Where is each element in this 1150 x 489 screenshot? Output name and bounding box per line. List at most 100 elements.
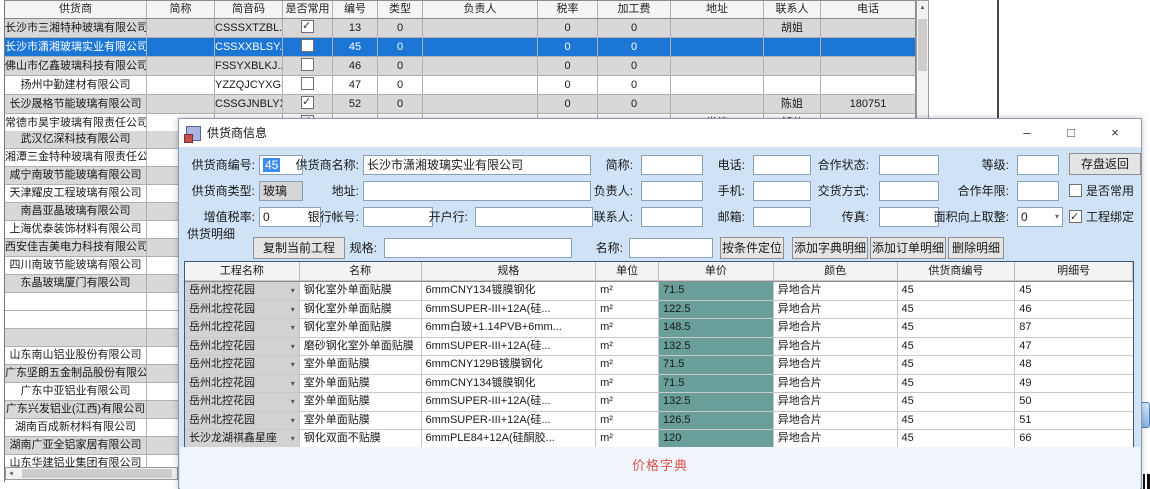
checkbox-checked-icon[interactable] bbox=[301, 20, 314, 33]
list-item[interactable]: 东晶玻璃厦门有限公司 bbox=[5, 275, 178, 293]
checkbox-checked-icon[interactable] bbox=[1069, 210, 1082, 223]
checkbox-icon[interactable] bbox=[301, 77, 314, 90]
address-field[interactable] bbox=[363, 181, 591, 201]
scrollbar-thumb[interactable] bbox=[22, 469, 172, 478]
add-dictionary-detail-button[interactable]: 添加字典明细 bbox=[792, 237, 868, 259]
common-flag-cell[interactable] bbox=[283, 38, 333, 57]
column-header[interactable]: 加工费 bbox=[598, 1, 671, 18]
list-item[interactable]: 武汉亿深科技有限公司 bbox=[5, 131, 178, 149]
area-roundup-combobox[interactable]: ▾0 bbox=[1017, 207, 1063, 227]
email-field[interactable] bbox=[753, 207, 811, 227]
table-row[interactable]: 佛山市亿鑫玻璃科技有限公司FSSYXBLKJ...46000 bbox=[5, 57, 916, 76]
common-flag-cell[interactable] bbox=[283, 57, 333, 76]
column-header[interactable]: 供货商编号 bbox=[898, 262, 1016, 281]
project-name-combobox[interactable]: ▾岳州北控花园 bbox=[185, 319, 300, 338]
common-flag-cell[interactable] bbox=[283, 76, 333, 95]
checkbox-checked-icon[interactable] bbox=[301, 96, 314, 109]
detail-row[interactable]: ▾岳州北控花园室外单面贴膜6mmCNY134镀膜钢化m²71.5异地合片4549 bbox=[185, 375, 1133, 394]
column-header[interactable]: 明细号 bbox=[1015, 262, 1133, 281]
supplier-name-field[interactable]: 长沙市潇湘玻璃实业有限公司 bbox=[363, 155, 591, 175]
coop-years-field[interactable] bbox=[1017, 181, 1059, 201]
column-header[interactable]: 简音码 bbox=[215, 1, 283, 18]
checkbox-icon[interactable] bbox=[301, 39, 314, 52]
delivery-method-field[interactable] bbox=[879, 181, 939, 201]
column-header[interactable]: 简称 bbox=[147, 1, 215, 18]
project-name-combobox[interactable]: ▾岳州北控花园 bbox=[185, 356, 300, 375]
maximize-button[interactable]: □ bbox=[1049, 119, 1093, 147]
list-item[interactable]: 广东兴发铝业(江西)有限公司 bbox=[5, 401, 178, 419]
detail-row[interactable]: ▾岳州北控花园钢化室外单面贴膜6mmCNY134镀膜钢化m²71.5异地合片45… bbox=[185, 282, 1133, 301]
name-filter-field[interactable] bbox=[629, 238, 713, 258]
column-header[interactable]: 颜色 bbox=[774, 262, 898, 281]
supplier-table-vertical-scrollbar[interactable]: ▲ bbox=[916, 0, 929, 131]
list-item[interactable]: 南昌亚晶玻璃有限公司 bbox=[5, 203, 178, 221]
table-row[interactable]: 扬州中勤建材有限公司YZZQJCYXGS47000 bbox=[5, 76, 916, 95]
column-header[interactable]: 名称 bbox=[300, 262, 422, 281]
column-header[interactable]: 是否常用 bbox=[283, 1, 333, 18]
list-item[interactable]: 山东南山铝业股份有限公司 bbox=[5, 347, 178, 365]
detail-row[interactable]: ▾岳州北控花园室外单面贴膜6mmSUPER-III+12A(硅...m²132.… bbox=[185, 393, 1133, 412]
list-item[interactable]: 广东坚朗五金制品股份有限公司 bbox=[5, 365, 178, 383]
project-bind-checkbox[interactable]: 工程绑定 bbox=[1069, 207, 1134, 227]
common-flag-cell[interactable] bbox=[283, 19, 333, 38]
column-header[interactable]: 单价 bbox=[659, 262, 774, 281]
list-item[interactable]: 广东中亚铝业有限公司 bbox=[5, 383, 178, 401]
list-item[interactable]: 上海优泰装饰材料有限公司 bbox=[5, 221, 178, 239]
detail-row[interactable]: ▾岳州北控花园室外单面贴膜6mmSUPER-III+12A(硅...m²126.… bbox=[185, 412, 1133, 431]
checkbox-icon[interactable] bbox=[301, 58, 314, 71]
list-item[interactable]: 湘潭三金特种玻璃有限责任公司 bbox=[5, 149, 178, 167]
column-header[interactable]: 规格 bbox=[422, 262, 597, 281]
delete-detail-button[interactable]: 删除明细 bbox=[948, 237, 1004, 259]
common-use-checkbox[interactable]: 是否常用 bbox=[1069, 181, 1134, 201]
column-header[interactable]: 负责人 bbox=[423, 1, 538, 18]
locate-by-condition-button[interactable]: 按条件定位 bbox=[720, 237, 784, 259]
project-name-combobox[interactable]: ▾岳州北控花园 bbox=[185, 412, 300, 431]
project-name-combobox[interactable]: ▾长沙龙湖祺鑫星座 bbox=[185, 430, 300, 449]
detail-row[interactable]: ▾岳州北控花园钢化室外单面贴膜6mmSUPER-III+12A(硅...m²12… bbox=[185, 301, 1133, 320]
scroll-up-icon[interactable]: ▲ bbox=[917, 1, 928, 15]
minimize-button[interactable]: – bbox=[1005, 119, 1049, 147]
column-header[interactable]: 编号 bbox=[333, 1, 378, 18]
dialog-titlebar[interactable]: 供货商信息 – □ × bbox=[179, 119, 1141, 147]
column-header[interactable]: 供货商 bbox=[5, 1, 147, 18]
scrollbar-thumb[interactable] bbox=[918, 19, 927, 71]
common-flag-cell[interactable] bbox=[283, 95, 333, 114]
list-item-empty[interactable] bbox=[5, 311, 178, 329]
project-name-combobox[interactable]: ▾岳州北控花园 bbox=[185, 282, 300, 301]
column-header[interactable]: 税率 bbox=[538, 1, 598, 18]
list-item[interactable]: 湖南广亚全铝家居有限公司 bbox=[5, 437, 178, 455]
supplier-list-horizontal-scrollbar[interactable]: ◄ bbox=[5, 467, 178, 480]
list-item[interactable]: 西安佳吉美电力科技有限公司 bbox=[5, 239, 178, 257]
project-name-combobox[interactable]: ▾岳州北控花园 bbox=[185, 375, 300, 394]
column-header[interactable]: 电话 bbox=[821, 1, 916, 18]
coop-status-field[interactable] bbox=[879, 155, 939, 175]
column-header[interactable]: 地址 bbox=[671, 1, 764, 18]
column-header[interactable]: 单位 bbox=[596, 262, 659, 281]
spec-filter-field[interactable] bbox=[384, 238, 572, 258]
table-row[interactable]: 长沙市潇湘玻璃实业有限公司CSSXXBLSY...45000 bbox=[5, 38, 916, 57]
detail-row[interactable]: ▾岳州北控花园磨砂钢化室外单面贴膜6mmSUPER-III+12A(硅...m²… bbox=[185, 338, 1133, 357]
grade-field[interactable] bbox=[1017, 155, 1059, 175]
project-name-combobox[interactable]: ▾岳州北控花园 bbox=[185, 338, 300, 357]
list-item-empty[interactable] bbox=[5, 329, 178, 347]
detail-row[interactable]: ▾长沙龙湖祺鑫星座钢化双面不贴膜6mmPLE84+12A(硅酮胶...m²120… bbox=[185, 430, 1133, 449]
checkbox-icon[interactable] bbox=[1069, 184, 1082, 197]
column-header[interactable]: 类型 bbox=[378, 1, 423, 18]
list-item[interactable]: 山东华建铝业集团有限公司 bbox=[5, 455, 178, 467]
column-header[interactable]: 工程名称 bbox=[185, 262, 300, 281]
close-button[interactable]: × bbox=[1093, 119, 1137, 147]
list-item[interactable]: 四川南玻节能玻璃有限公司 bbox=[5, 257, 178, 275]
list-item-empty[interactable] bbox=[5, 293, 178, 311]
table-row[interactable]: 长沙晟格节能玻璃有限公司CSSGJNBLYXGS52000陈姐180751 bbox=[5, 95, 916, 114]
scroll-left-icon[interactable]: ◄ bbox=[8, 468, 14, 480]
project-name-combobox[interactable]: ▾岳州北控花园 bbox=[185, 301, 300, 320]
list-item[interactable]: 咸宁南玻节能玻璃有限公司 bbox=[5, 167, 178, 185]
save-return-button[interactable]: 存盘返回 bbox=[1069, 153, 1141, 175]
detail-row[interactable]: ▾岳州北控花园钢化室外单面贴膜6mm白玻+1.14PVB+6mm...m²148… bbox=[185, 319, 1133, 338]
column-header[interactable]: 联系人 bbox=[764, 1, 821, 18]
project-name-combobox[interactable]: ▾岳州北控花园 bbox=[185, 393, 300, 412]
add-order-detail-button[interactable]: 添加订单明细 bbox=[870, 237, 946, 259]
list-item[interactable]: 天津耀皮工程玻璃有限公司 bbox=[5, 185, 178, 203]
detail-row[interactable]: ▾岳州北控花园室外单面贴膜6mmCNY129B镀膜钢化m²71.5异地合片454… bbox=[185, 356, 1133, 375]
table-row[interactable]: 长沙市三湘特种玻璃有限公司CSSSXTZBL...13000胡姐 bbox=[5, 19, 916, 38]
